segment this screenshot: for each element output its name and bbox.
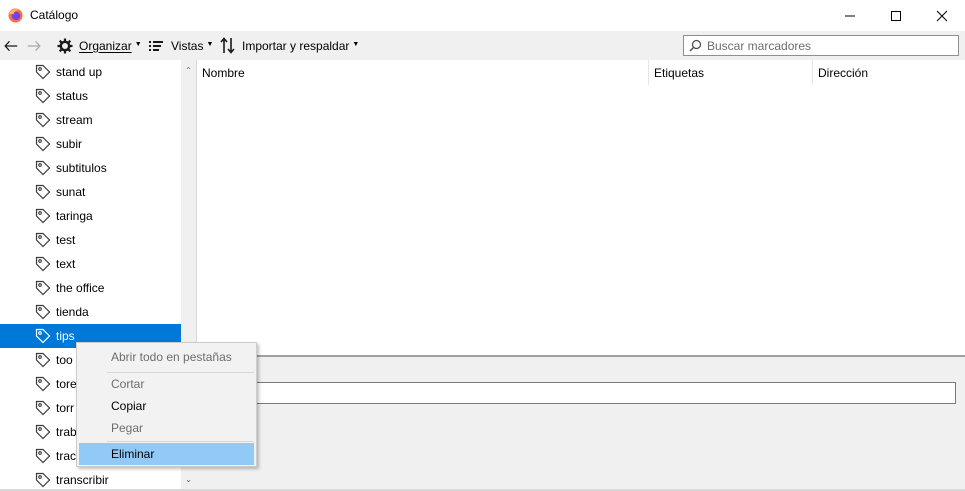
tree-item[interactable]: stream: [0, 108, 181, 132]
minimize-icon: [845, 15, 855, 16]
search-input[interactable]: [707, 38, 947, 53]
detail-input-field[interactable]: [255, 382, 956, 404]
tree-item-label: tips: [56, 329, 75, 343]
tree-item[interactable]: stand up: [0, 60, 181, 84]
tag-icon: [35, 472, 51, 490]
tree-item-label: subir: [56, 137, 83, 151]
context-menu: Abrir todo en pestañas Cortar Copiar Peg…: [76, 342, 257, 467]
menu-item-paste[interactable]: Pegar: [79, 417, 254, 439]
scroll-up-icon[interactable]: ⌃: [181, 62, 196, 79]
tag-icon: [35, 136, 51, 155]
list-view-icon: [149, 40, 163, 51]
window-title: Catálogo: [30, 8, 79, 22]
organize-dropdown-icon: ▼: [134, 41, 142, 48]
tree-item[interactable]: transcribir: [0, 468, 181, 490]
import-dropdown-icon: ▼: [352, 41, 360, 48]
tag-icon: [35, 280, 51, 299]
tag-icon: [35, 232, 51, 251]
tree-item-label: tore: [56, 377, 77, 391]
tree-item-label: torr: [56, 401, 74, 415]
menu-separator: [107, 441, 254, 442]
tree-item[interactable]: tienda: [0, 300, 181, 324]
tag-icon: [35, 88, 51, 107]
tree-item-label: transcribir: [56, 473, 109, 487]
tree-item-label: too: [56, 353, 73, 367]
tag-icon: [35, 424, 51, 443]
tree-item-label: sunat: [56, 185, 86, 199]
maximize-button[interactable]: [873, 0, 919, 31]
minimize-button[interactable]: [827, 0, 873, 31]
title-bar: Catálogo: [0, 0, 965, 31]
tree-item-label: test: [56, 233, 76, 247]
import-backup-menu-button[interactable]: Importar y respaldar ▼: [220, 31, 359, 60]
close-button[interactable]: [919, 0, 965, 31]
tree-item-label: status: [56, 89, 89, 103]
tag-icon: [35, 208, 51, 227]
tree-item-label: trac: [56, 449, 77, 463]
firefox-icon: [8, 8, 23, 23]
organize-menu-button[interactable]: Organizar ▼: [57, 31, 142, 60]
search-field[interactable]: [683, 35, 959, 56]
tree-item[interactable]: text: [0, 252, 181, 276]
tag-icon: [35, 112, 51, 131]
menu-item-open-all-in-tabs[interactable]: Abrir todo en pestañas: [79, 346, 254, 368]
tag-icon: [35, 64, 51, 83]
gear-icon: [57, 38, 73, 53]
bookmark-list[interactable]: Nombre Etiquetas Dirección: [196, 60, 965, 355]
menu-item-cut[interactable]: Cortar: [79, 373, 254, 395]
tag-icon: [35, 352, 51, 371]
tag-icon: [35, 328, 51, 347]
tree-item[interactable]: subtitulos: [0, 156, 181, 180]
tag-icon: [35, 304, 51, 323]
scroll-down-icon[interactable]: ⌄: [181, 471, 196, 488]
toolbar: Organizar ▼ Vistas ▼ Importar y respalda…: [0, 31, 965, 60]
tree-item-label: tienda: [56, 305, 89, 319]
tree-item[interactable]: test: [0, 228, 181, 252]
tree-item-label: taringa: [56, 209, 93, 223]
tree-item-label: stream: [56, 113, 93, 127]
search-icon: [689, 39, 702, 52]
import-export-arrows-icon: [220, 37, 235, 54]
organize-label: Organizar: [79, 38, 132, 53]
tree-item[interactable]: taringa: [0, 204, 181, 228]
details-pane: [196, 357, 965, 490]
tag-icon: [35, 256, 51, 275]
menu-item-delete[interactable]: Eliminar: [79, 443, 254, 465]
tag-icon: [35, 448, 51, 467]
tree-item-label: trab: [56, 425, 77, 439]
tree-item[interactable]: subir: [0, 132, 181, 156]
tag-icon: [35, 376, 51, 395]
tag-icon: [35, 184, 51, 203]
tree-item[interactable]: status: [0, 84, 181, 108]
column-header-url[interactable]: Dirección: [813, 60, 965, 85]
forward-arrow-icon: [27, 40, 41, 51]
back-arrow-icon: [4, 40, 18, 51]
views-dropdown-icon: ▼: [206, 41, 214, 48]
column-header-tags[interactable]: Etiquetas: [649, 60, 813, 85]
tree-item[interactable]: the office: [0, 276, 181, 300]
tree-item-label: the office: [56, 281, 105, 295]
tag-icon: [35, 400, 51, 419]
tree-item-label: text: [56, 257, 76, 271]
views-label: Vistas: [171, 38, 204, 53]
forward-button[interactable]: [27, 31, 47, 60]
menu-item-copy[interactable]: Copiar: [79, 395, 254, 417]
tree-item[interactable]: sunat: [0, 180, 181, 204]
maximize-icon: [891, 10, 901, 21]
tag-icon: [35, 160, 51, 179]
column-header-name[interactable]: Nombre: [197, 60, 649, 85]
tree-item-label: stand up: [56, 65, 103, 79]
back-button[interactable]: [4, 31, 24, 60]
views-menu-button[interactable]: Vistas ▼: [149, 31, 213, 60]
tree-item-label: subtitulos: [56, 161, 107, 175]
close-icon: [936, 10, 948, 21]
import-backup-label: Importar y respaldar: [242, 38, 350, 53]
